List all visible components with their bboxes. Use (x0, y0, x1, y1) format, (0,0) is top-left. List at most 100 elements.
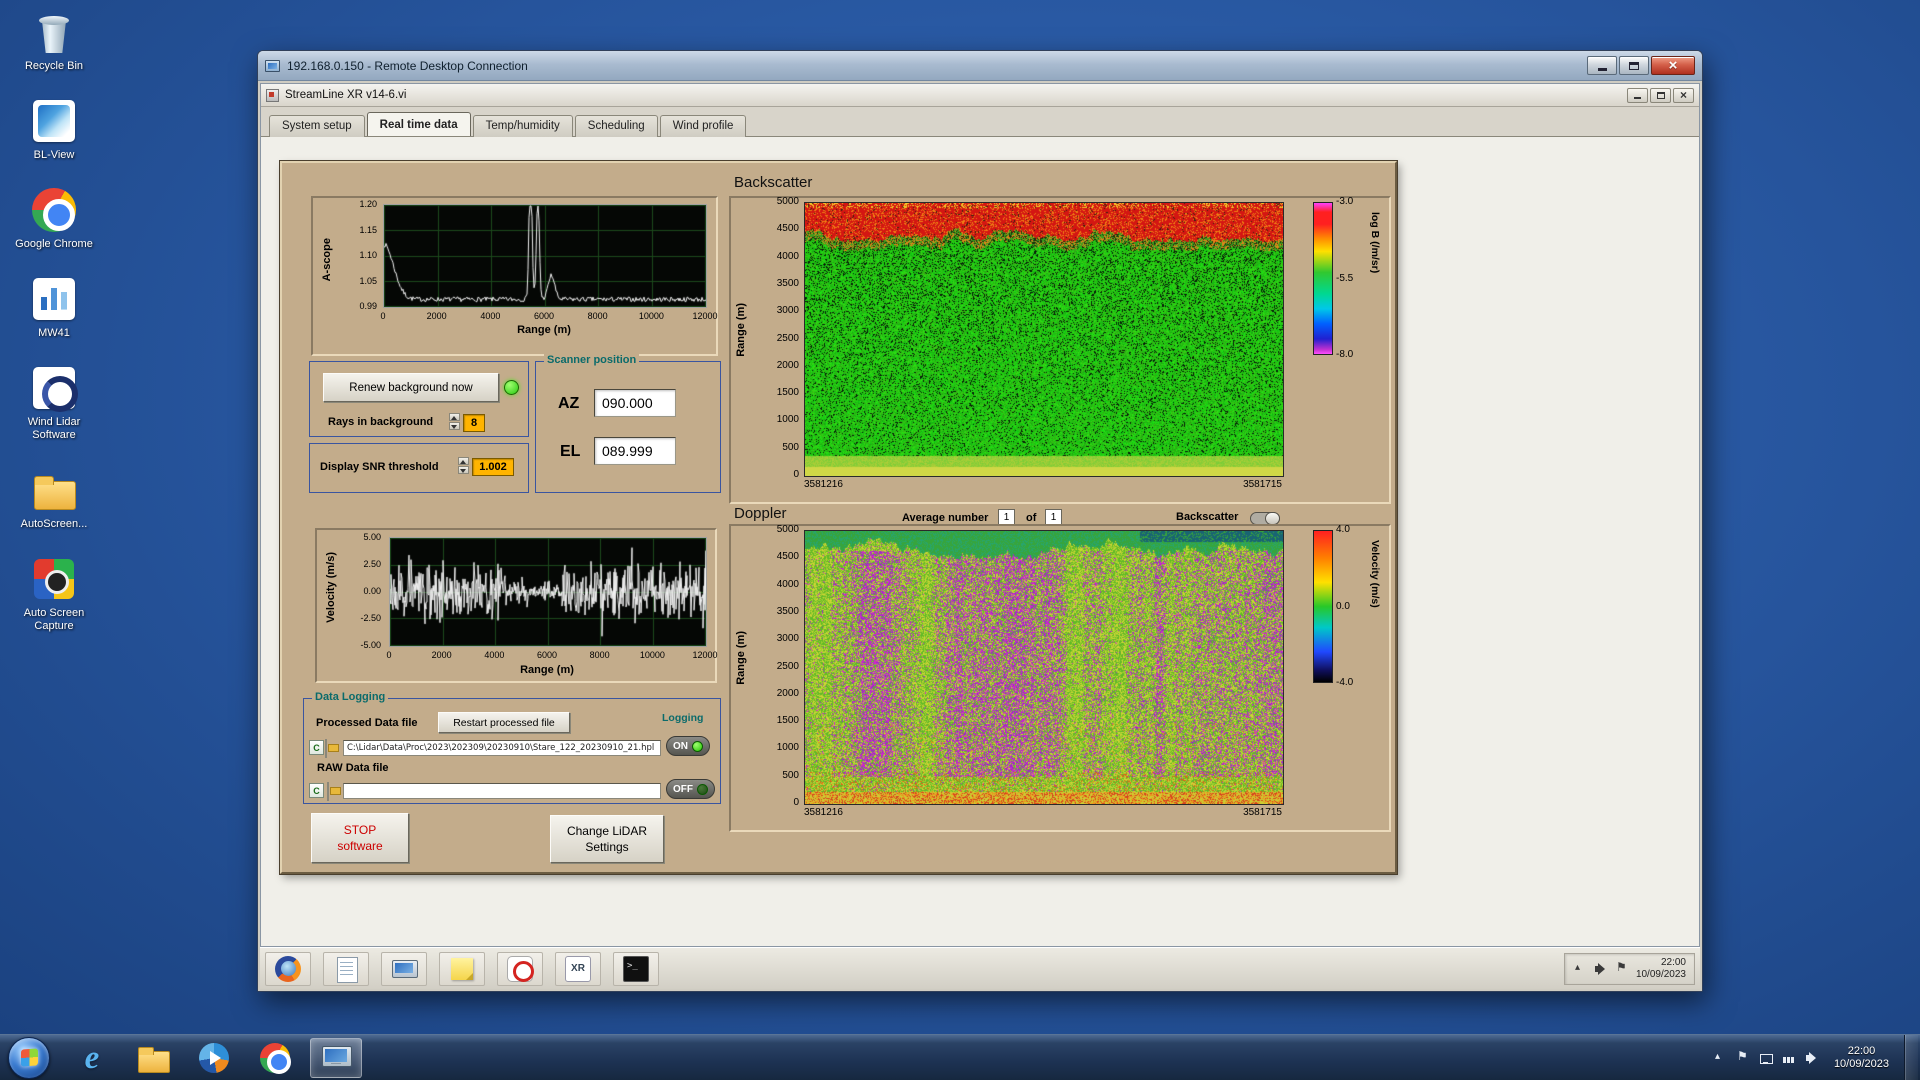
average-total-field[interactable]: 1 (1045, 509, 1062, 525)
hidden-icons-arrow[interactable] (1573, 962, 1587, 976)
start-button[interactable] (8, 1036, 50, 1079)
volume-icon[interactable] (1805, 1051, 1819, 1065)
el-field[interactable]: 089.999 (594, 437, 676, 465)
system-tray: 22:00 10/09/2023 (1713, 1035, 1920, 1080)
data-logging-group: Data Logging Processed Data file Restart… (303, 691, 721, 804)
close-button[interactable] (1651, 56, 1695, 75)
hidden-icons-arrow[interactable] (1713, 1051, 1727, 1065)
rdp-window: 192.168.0.150 - Remote Desktop Connectio… (257, 50, 1703, 992)
streamline-taskbar-button[interactable] (555, 951, 601, 986)
remote-desktop-taskbar-button[interactable] (381, 951, 427, 986)
tick-label: 5.00 (363, 532, 381, 542)
desktop-icon-mw41[interactable]: MW41 (8, 275, 100, 340)
action-center-icon[interactable] (1736, 1049, 1750, 1065)
spin-up-icon[interactable] (458, 457, 469, 465)
notepad-icon (331, 954, 361, 984)
app-window: StreamLine XR v14-6.vi System setupReal … (260, 83, 1700, 947)
average-number-label: Average number (902, 512, 989, 524)
snr-field[interactable]: 1.002 (472, 458, 514, 476)
renew-background-button[interactable]: Renew background now (323, 373, 499, 402)
tick-label: 8000 (589, 650, 610, 660)
network-icon[interactable] (1782, 1051, 1796, 1065)
rdp-titlebar[interactable]: 192.168.0.150 - Remote Desktop Connectio… (258, 51, 1702, 81)
window-controls (1587, 56, 1695, 75)
tab-scheduling[interactable]: Scheduling (574, 115, 658, 137)
raw-logging-toggle[interactable]: OFF (666, 779, 715, 799)
desktop-icon-wind-lidar[interactable]: Wind Lidar Software (8, 364, 100, 442)
action-center-icon[interactable] (1615, 960, 1629, 976)
tick-label: 1.05 (359, 275, 377, 286)
browser-icon (273, 954, 303, 984)
media-player-taskbar-button[interactable] (188, 1038, 240, 1078)
browse-folder-icon[interactable] (325, 739, 327, 758)
taskbar-icons (66, 1035, 362, 1080)
browse-folder-icon[interactable] (327, 782, 329, 801)
chrome-icon (258, 1041, 292, 1075)
remote-session-tray-icon[interactable] (1759, 1051, 1773, 1065)
internet-explorer-taskbar-button[interactable] (66, 1038, 118, 1078)
backscatter-heatmap-group: Range (m) 3581216 3581715 log B (/m/sr) … (729, 196, 1391, 504)
tab-system-setup[interactable]: System setup (269, 115, 365, 137)
app-titlebar[interactable]: StreamLine XR v14-6.vi (261, 84, 1699, 107)
desktop-icon-chrome[interactable]: Google Chrome (8, 186, 100, 251)
desktop-icon-label: Google Chrome (15, 238, 93, 250)
tick-label: 5000 (776, 524, 799, 535)
terminal-taskbar-button[interactable] (613, 951, 659, 986)
desktop-icon-autoscreen[interactable]: AutoScreen... (8, 466, 100, 531)
desktop-icon-auto-capture[interactable]: Auto Screen Capture (8, 555, 100, 633)
average-current-field[interactable]: 1 (998, 509, 1015, 525)
desktop-icon-label: AutoScreen... (20, 518, 88, 530)
tick-label: 2000 (426, 311, 447, 321)
power-taskbar-button[interactable] (497, 951, 543, 986)
tick-label: 4500 (776, 551, 799, 563)
tab-wind-profile[interactable]: Wind profile (659, 115, 747, 137)
minimize-button[interactable] (1587, 56, 1617, 75)
notepad-taskbar-button[interactable] (323, 951, 369, 986)
rays-field[interactable]: 8 (463, 414, 485, 432)
chrome-taskbar-button[interactable] (249, 1038, 301, 1078)
remote-taskbar-clock[interactable]: 22:00 10/09/2023 (1636, 957, 1686, 981)
desktop-icon-bl-view[interactable]: BL-View (8, 97, 100, 162)
tick-label: 2500 (776, 660, 799, 672)
az-field[interactable]: 090.000 (594, 389, 676, 417)
spin-up-icon[interactable] (449, 413, 460, 421)
spin-down-icon[interactable] (449, 422, 460, 430)
tick-label: -8.0 (1336, 349, 1354, 360)
rdp-body: StreamLine XR v14-6.vi System setupReal … (258, 81, 1702, 991)
mw41-icon (30, 275, 78, 323)
tick-label: 3000 (776, 305, 799, 317)
app-close-button[interactable] (1673, 87, 1694, 103)
restart-processed-file-button[interactable]: Restart processed file (438, 712, 570, 733)
rays-spinner[interactable] (449, 413, 460, 431)
snr-spinner[interactable] (458, 457, 469, 475)
maximize-button[interactable] (1619, 56, 1649, 75)
volume-icon[interactable] (1594, 962, 1608, 976)
remote-desktop-taskbar-button[interactable] (310, 1037, 362, 1078)
browser-taskbar-button[interactable] (265, 951, 311, 986)
spin-down-icon[interactable] (458, 466, 469, 474)
tick-label: 1000 (776, 414, 799, 426)
processed-data-file-label: Processed Data file (316, 717, 418, 729)
tab-real-time-data[interactable]: Real time data (366, 112, 471, 136)
raw-path-field[interactable] (343, 783, 661, 799)
change-lidar-settings-button[interactable]: Change LiDAR Settings (550, 815, 664, 863)
show-desktop-button[interactable] (1904, 1035, 1918, 1080)
processed-path-field[interactable]: C:\Lidar\Data\Proc\2023\202309\20230910\… (343, 740, 661, 756)
desktop-icon-recycle-bin[interactable]: Recycle Bin (8, 8, 100, 73)
sticky-notes-taskbar-button[interactable] (439, 951, 485, 986)
scanner-position-title: Scanner position (544, 354, 640, 367)
tab-temp-humidity[interactable]: Temp/humidity (472, 115, 573, 137)
tick-label: 500 (782, 441, 799, 453)
taskbar-clock[interactable]: 22:00 10/09/2023 (1828, 1045, 1895, 1071)
velocity-x-axis-label: Range (m) (520, 664, 574, 676)
doppler-heatmap-group: Range (m) 3581216 3581715 Velocity (m/s)… (729, 524, 1391, 832)
app-maximize-button[interactable] (1650, 87, 1671, 103)
doppler-section-title: Doppler (734, 505, 787, 522)
el-label: EL (560, 443, 581, 460)
tick-label: 10000 (638, 311, 664, 321)
windows-explorer-taskbar-button[interactable] (127, 1038, 179, 1078)
app-minimize-button[interactable] (1627, 87, 1648, 103)
processed-logging-toggle[interactable]: ON (666, 736, 710, 756)
stop-software-button[interactable]: STOP software (311, 813, 409, 863)
doppler-y-axis-label: Range (m) (735, 631, 747, 685)
